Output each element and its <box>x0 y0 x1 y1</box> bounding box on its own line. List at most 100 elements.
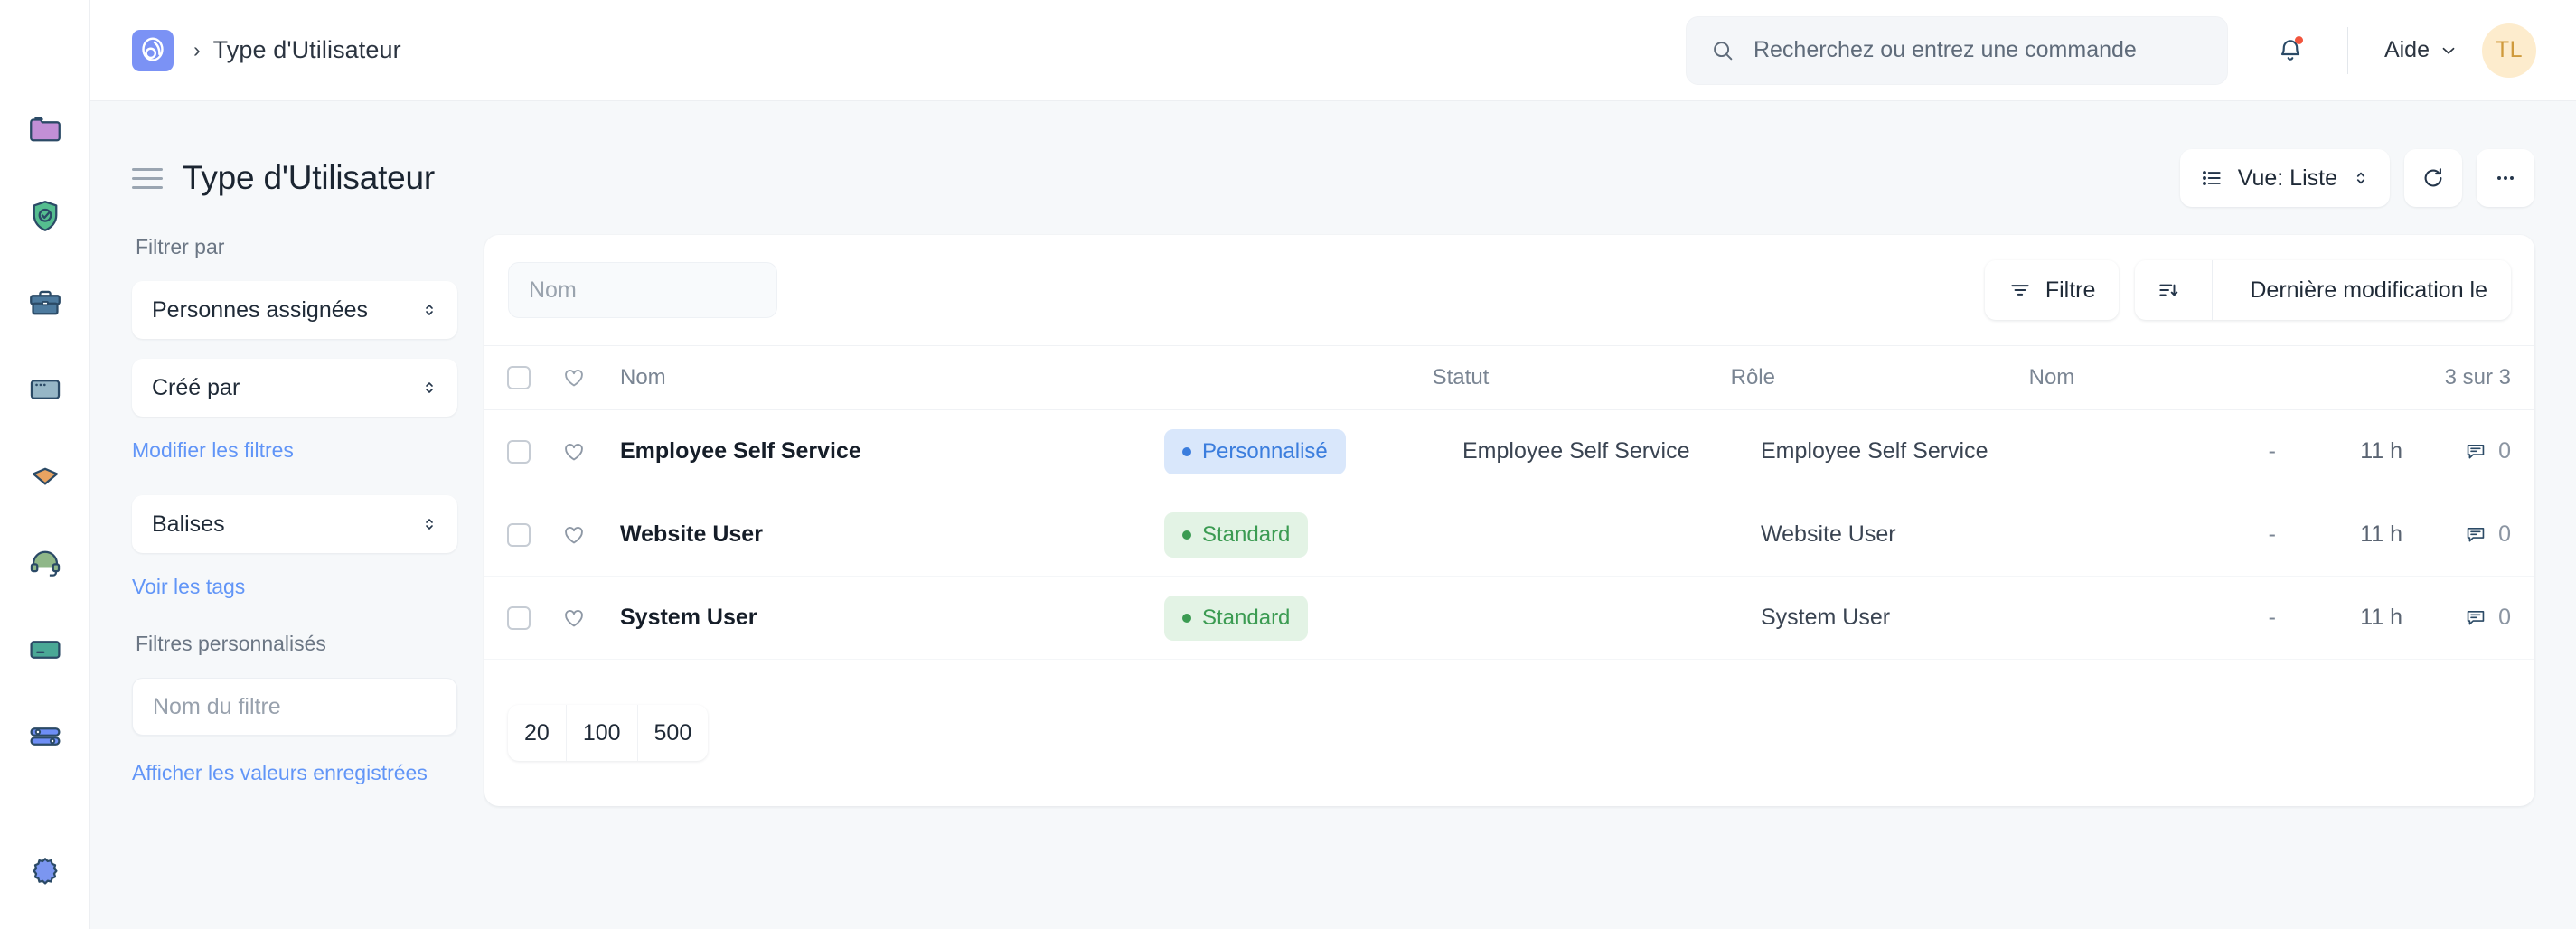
comment-count: 0 <box>2498 521 2511 548</box>
sidebar-item-hexagon[interactable] <box>24 457 66 495</box>
row-name-2: System User <box>1761 605 2176 631</box>
comment-icon <box>2464 523 2487 547</box>
updown-caret-icon <box>421 299 437 321</box>
filter-select-tags-label: Balises <box>152 511 225 538</box>
row-comments[interactable]: 0 <box>2402 438 2511 464</box>
more-options-button[interactable] <box>2477 149 2534 207</box>
column-header-name-2[interactable]: Nom <box>2029 365 2445 390</box>
column-header-status[interactable]: Statut <box>1433 365 1731 390</box>
page-size-100[interactable]: 100 <box>567 705 638 761</box>
page-size-selector: 20 100 500 <box>508 705 708 761</box>
custom-filters-heading: Filtres personnalisés <box>136 632 457 656</box>
sidebar-item-support[interactable] <box>24 544 66 582</box>
status-badge: Standard <box>1164 596 1462 641</box>
view-switcher-label: Vue: Liste <box>2238 165 2337 192</box>
sidebar-item-toggle-list[interactable] <box>24 718 66 755</box>
row-assignee: - <box>2176 438 2276 464</box>
filter-select-tags[interactable]: Balises <box>132 495 457 553</box>
edit-filters-link[interactable]: Modifier les filtres <box>132 436 457 464</box>
comment-icon <box>2464 440 2487 464</box>
filter-select-created-by[interactable]: Créé par <box>132 359 457 417</box>
row-name[interactable]: Employee Self Service <box>595 438 1164 464</box>
row-assignee: - <box>2176 521 2276 548</box>
column-header-role[interactable]: Rôle <box>1731 365 2029 390</box>
refresh-icon <box>2421 165 2446 191</box>
page-size-20[interactable]: 20 <box>508 705 567 761</box>
list-toolbar-actions: Filtre Dernière modification le <box>1985 260 2511 320</box>
filter-icon <box>2008 278 2032 302</box>
sidebar-item-briefcase[interactable] <box>24 284 66 322</box>
sidebar-item-settings[interactable] <box>24 853 66 891</box>
column-header-name[interactable]: Nom <box>595 365 1433 390</box>
show-saved-values-link[interactable]: Afficher les valeurs enregistrées <box>132 759 457 787</box>
view-switcher-button[interactable]: Vue: Liste <box>2180 149 2390 207</box>
page-title: Type d'Utilisateur <box>183 159 435 197</box>
filter-name-placeholder: Nom du filtre <box>153 694 281 720</box>
page-header-actions: Vue: Liste <box>2180 149 2534 207</box>
sidebar-item-folder[interactable] <box>24 110 66 148</box>
select-all-checkbox[interactable] <box>484 366 553 389</box>
heart-icon[interactable] <box>553 605 595 631</box>
comment-count: 0 <box>2498 438 2511 464</box>
status-label: Personnalisé <box>1202 439 1328 464</box>
briefcase-icon <box>26 284 64 322</box>
page-size-500[interactable]: 500 <box>638 705 709 761</box>
sort-button-label: Dernière modification le <box>2226 277 2511 304</box>
page-body: Type d'Utilisateur Vue: Liste <box>90 101 2576 929</box>
row-name[interactable]: System User <box>595 605 1164 631</box>
help-menu-button[interactable]: Aide <box>2384 37 2458 63</box>
table-row[interactable]: System User Standard System User - 11 h <box>484 577 2534 660</box>
name-filter-input[interactable]: Nom <box>508 262 777 318</box>
sidebar-item-card[interactable] <box>24 631 66 669</box>
updown-caret-icon <box>421 377 437 399</box>
filter-button[interactable]: Filtre <box>1985 260 2120 320</box>
folder-icon <box>26 110 64 148</box>
hexagon-icon <box>26 457 64 495</box>
help-label: Aide <box>2384 37 2430 63</box>
row-comments[interactable]: 0 <box>2402 605 2511 631</box>
search-input[interactable]: Recherchez ou entrez une commande <box>1686 16 2228 85</box>
table-row[interactable]: Employee Self Service Personnalisé Emplo… <box>484 410 2534 493</box>
result-count-label: 3 sur 3 <box>2445 365 2511 390</box>
list-card: Nom Filtre <box>484 235 2534 806</box>
name-filter-placeholder: Nom <box>529 277 577 304</box>
row-name[interactable]: Website User <box>595 521 1164 548</box>
row-checkbox[interactable] <box>484 440 553 464</box>
breadcrumb-item-current[interactable]: Type d'Utilisateur <box>213 36 401 64</box>
view-tags-link[interactable]: Voir les tags <box>132 573 457 601</box>
status-dot <box>1182 447 1191 456</box>
sidebar-item-window[interactable] <box>24 371 66 408</box>
notifications-button[interactable] <box>2270 30 2311 71</box>
heart-icon <box>553 365 595 390</box>
breadcrumb: › Type d'Utilisateur <box>193 36 401 64</box>
avatar[interactable]: TL <box>2482 23 2536 78</box>
window-icon <box>26 371 64 408</box>
row-comments[interactable]: 0 <box>2402 521 2511 548</box>
heart-icon[interactable] <box>553 522 595 548</box>
filter-select-created-by-label: Créé par <box>152 375 240 401</box>
filter-sidebar: Filtrer par Personnes assignées Créé par <box>132 208 484 818</box>
comment-count: 0 <box>2498 605 2511 631</box>
heart-icon[interactable] <box>553 439 595 464</box>
row-assignee: - <box>2176 605 2276 631</box>
row-modified: 11 h <box>2276 438 2402 464</box>
toggle-list-icon <box>26 718 64 755</box>
filter-select-assigned-label: Personnes assignées <box>152 297 368 324</box>
navbar-divider <box>2347 27 2348 74</box>
filter-button-label: Filtre <box>2045 277 2096 304</box>
app-logo-icon[interactable] <box>132 30 174 71</box>
sidebar-item-quality[interactable] <box>24 197 66 235</box>
row-checkbox[interactable] <box>484 523 553 547</box>
main-column: › Type d'Utilisateur Recherchez ou entre… <box>90 0 2576 929</box>
search-placeholder-text: Recherchez ou entrez une commande <box>1753 37 2137 63</box>
row-checkbox[interactable] <box>484 606 553 630</box>
updown-caret-icon <box>421 513 437 535</box>
sort-button-divider <box>2212 260 2213 320</box>
refresh-button[interactable] <box>2404 149 2462 207</box>
filter-select-assigned[interactable]: Personnes assignées <box>132 281 457 339</box>
hamburger-icon[interactable] <box>132 168 163 189</box>
table-row[interactable]: Website User Standard Website User - 11 … <box>484 493 2534 577</box>
sort-button[interactable]: Dernière modification le <box>2135 260 2511 320</box>
top-navbar: › Type d'Utilisateur Recherchez ou entre… <box>90 0 2576 101</box>
filter-name-input[interactable]: Nom du filtre <box>132 678 457 736</box>
